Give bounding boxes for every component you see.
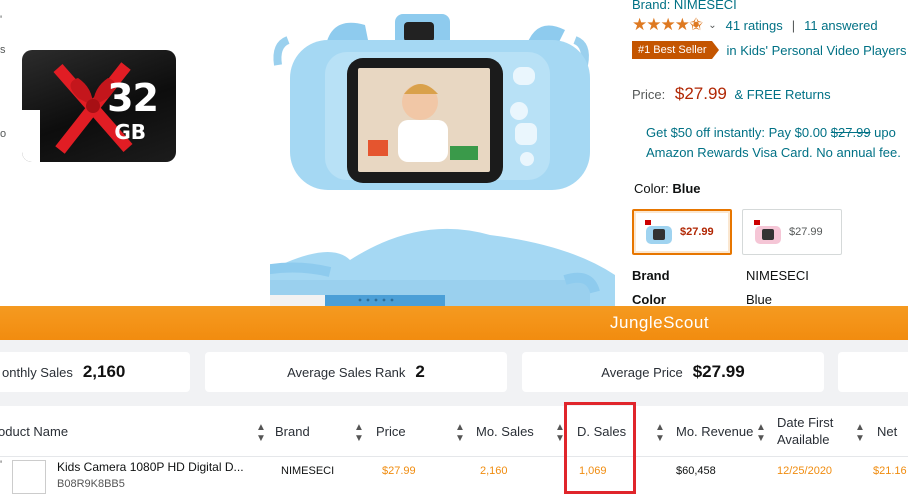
amazon-product-section: ' s o 32 GB Brand: NIMESECI ★★★★✬ ⌄ 41 r… <box>0 0 908 306</box>
camera-thumbnail-icon <box>645 220 672 244</box>
column-label: Price <box>376 423 406 439</box>
swatch-price: $27.99 <box>789 226 823 238</box>
spec-key-color: Color <box>632 292 666 306</box>
stat-value: $27.99 <box>692 362 745 381</box>
stat-average-price: Average Price $27.99 <box>522 352 824 392</box>
stat-value: 2,160 <box>82 362 126 381</box>
sd-capacity: 32 <box>107 76 159 120</box>
product-asin: B08R9K8BB5 <box>57 478 125 490</box>
junglescout-header: JungleScout <box>0 306 908 340</box>
column-label: oduct Name <box>0 423 69 439</box>
promo-line1: Get $50 off instantly: Pay $0.00 <box>646 125 828 140</box>
rating-row: ★★★★✬ ⌄ 41 ratings | 11 answered <box>632 15 878 35</box>
column-label: Net <box>877 423 898 439</box>
junglescout-panel: onthly Sales 2,160 Average Sales Rank 2 … <box>0 340 908 497</box>
best-seller-badge: #1 Best Seller <box>632 41 721 59</box>
color-swatch-blue[interactable]: $27.99 <box>632 209 732 255</box>
sort-icon[interactable]: ▲ ▼ <box>756 422 766 444</box>
chevron-down-icon[interactable]: ⌄ <box>708 20 716 31</box>
edge-mark: o <box>0 128 7 140</box>
stat-average-sales-rank: Average Sales Rank 2 <box>205 352 507 392</box>
price-label: Price: <box>632 87 666 102</box>
stat-label: Average Price <box>601 364 683 380</box>
kids-camera-image[interactable] <box>270 10 615 306</box>
star-rating-icon[interactable]: ★★★★✬ <box>632 15 703 35</box>
divider: | <box>791 17 796 33</box>
color-label: Color: <box>634 181 669 196</box>
bestseller-row: #1 Best Seller in Kids' Personal Video P… <box>632 41 907 59</box>
sort-icon[interactable]: ▲ ▼ <box>655 422 665 444</box>
sort-icon[interactable]: ▲ ▼ <box>256 422 266 444</box>
table-header: oduct Name ▲ ▼ Brand ▲ ▼ Price ▲ ▼ Mo. Sale… <box>0 406 908 457</box>
category-link[interactable]: in Kids' Personal Video Players <box>726 43 906 58</box>
price-value: $27.99 <box>674 84 727 103</box>
table-row[interactable]: ' Kids Camera 1080P HD Digital D... B08R… <box>0 457 908 497</box>
stat-card-partial <box>838 352 908 392</box>
column-net[interactable]: Net <box>877 406 897 456</box>
brand-link[interactable]: Brand: NIMESECI <box>632 0 737 12</box>
row-price: $27.99 <box>382 465 416 477</box>
swatch-price: $27.99 <box>680 226 714 238</box>
row-date-first: 12/25/2020 <box>777 465 833 477</box>
d-sales-highlight-box <box>564 402 636 494</box>
stat-label: Average Sales Rank <box>287 364 406 380</box>
row-mo-sales: 2,160 <box>480 465 508 477</box>
answered-link[interactable]: 11 answered <box>804 18 877 33</box>
sd-unit: GB <box>114 120 146 144</box>
row-checkbox-mark[interactable]: ' <box>0 459 2 471</box>
stat-value: 2 <box>415 362 425 381</box>
free-returns-link[interactable]: & FREE Returns <box>734 87 830 102</box>
column-price[interactable]: Price <box>376 406 406 456</box>
color-swatch-pink[interactable]: $27.99 <box>742 209 842 255</box>
ratings-link[interactable]: 41 ratings <box>726 18 783 33</box>
row-net: $21.16 <box>873 465 907 477</box>
spec-key-brand: Brand <box>632 268 670 283</box>
sort-icon[interactable]: ▲ ▼ <box>455 422 465 444</box>
column-label: Brand <box>275 423 310 439</box>
row-mo-revenue: $60,458 <box>676 465 716 477</box>
rewards-promo[interactable]: Get $50 off instantly: Pay $0.00 $27.99 … <box>646 123 908 163</box>
stat-label: onthly Sales <box>2 364 73 380</box>
column-brand[interactable]: Brand <box>275 406 310 456</box>
product-thumbnail[interactable] <box>12 460 46 494</box>
stat-monthly-sales: onthly Sales 2,160 <box>0 352 190 392</box>
color-row: Color: Blue <box>634 181 700 196</box>
column-label: Date First Available <box>777 415 834 447</box>
camera-thumbnail-icon <box>754 220 781 244</box>
promo-strike: $27.99 <box>830 125 871 140</box>
column-mo-sales[interactable]: Mo. Sales <box>476 406 534 456</box>
promo-tail: upo <box>874 125 896 140</box>
sort-icon[interactable]: ▲ ▼ <box>855 422 865 444</box>
junglescout-title: JungleScout <box>610 313 710 332</box>
row-brand: NIMESECI <box>281 465 335 477</box>
card-notch <box>22 110 40 162</box>
spec-value-color: Blue <box>746 292 773 306</box>
column-product-name[interactable]: oduct Name <box>0 406 68 456</box>
column-mo-revenue[interactable]: Mo. Revenue <box>676 406 753 456</box>
column-label: Mo. Sales <box>476 423 534 439</box>
promo-line2: Amazon Rewards Visa Card. No annual fee. <box>646 145 901 160</box>
edge-mark: s <box>0 44 6 56</box>
edge-mark: ' <box>0 14 3 26</box>
sort-icon[interactable]: ▲ ▼ <box>354 422 364 444</box>
product-name[interactable]: Kids Camera 1080P HD Digital D... <box>57 460 244 474</box>
price-row: Price: $27.99 & FREE Returns <box>632 84 831 104</box>
column-date-first-available[interactable]: Date First Available <box>777 406 847 456</box>
sd-card-image[interactable]: 32 GB <box>22 50 176 162</box>
spec-value-brand: NIMESECI <box>746 268 809 283</box>
color-value: Blue <box>672 181 701 196</box>
column-label: Mo. Revenue <box>676 423 754 439</box>
